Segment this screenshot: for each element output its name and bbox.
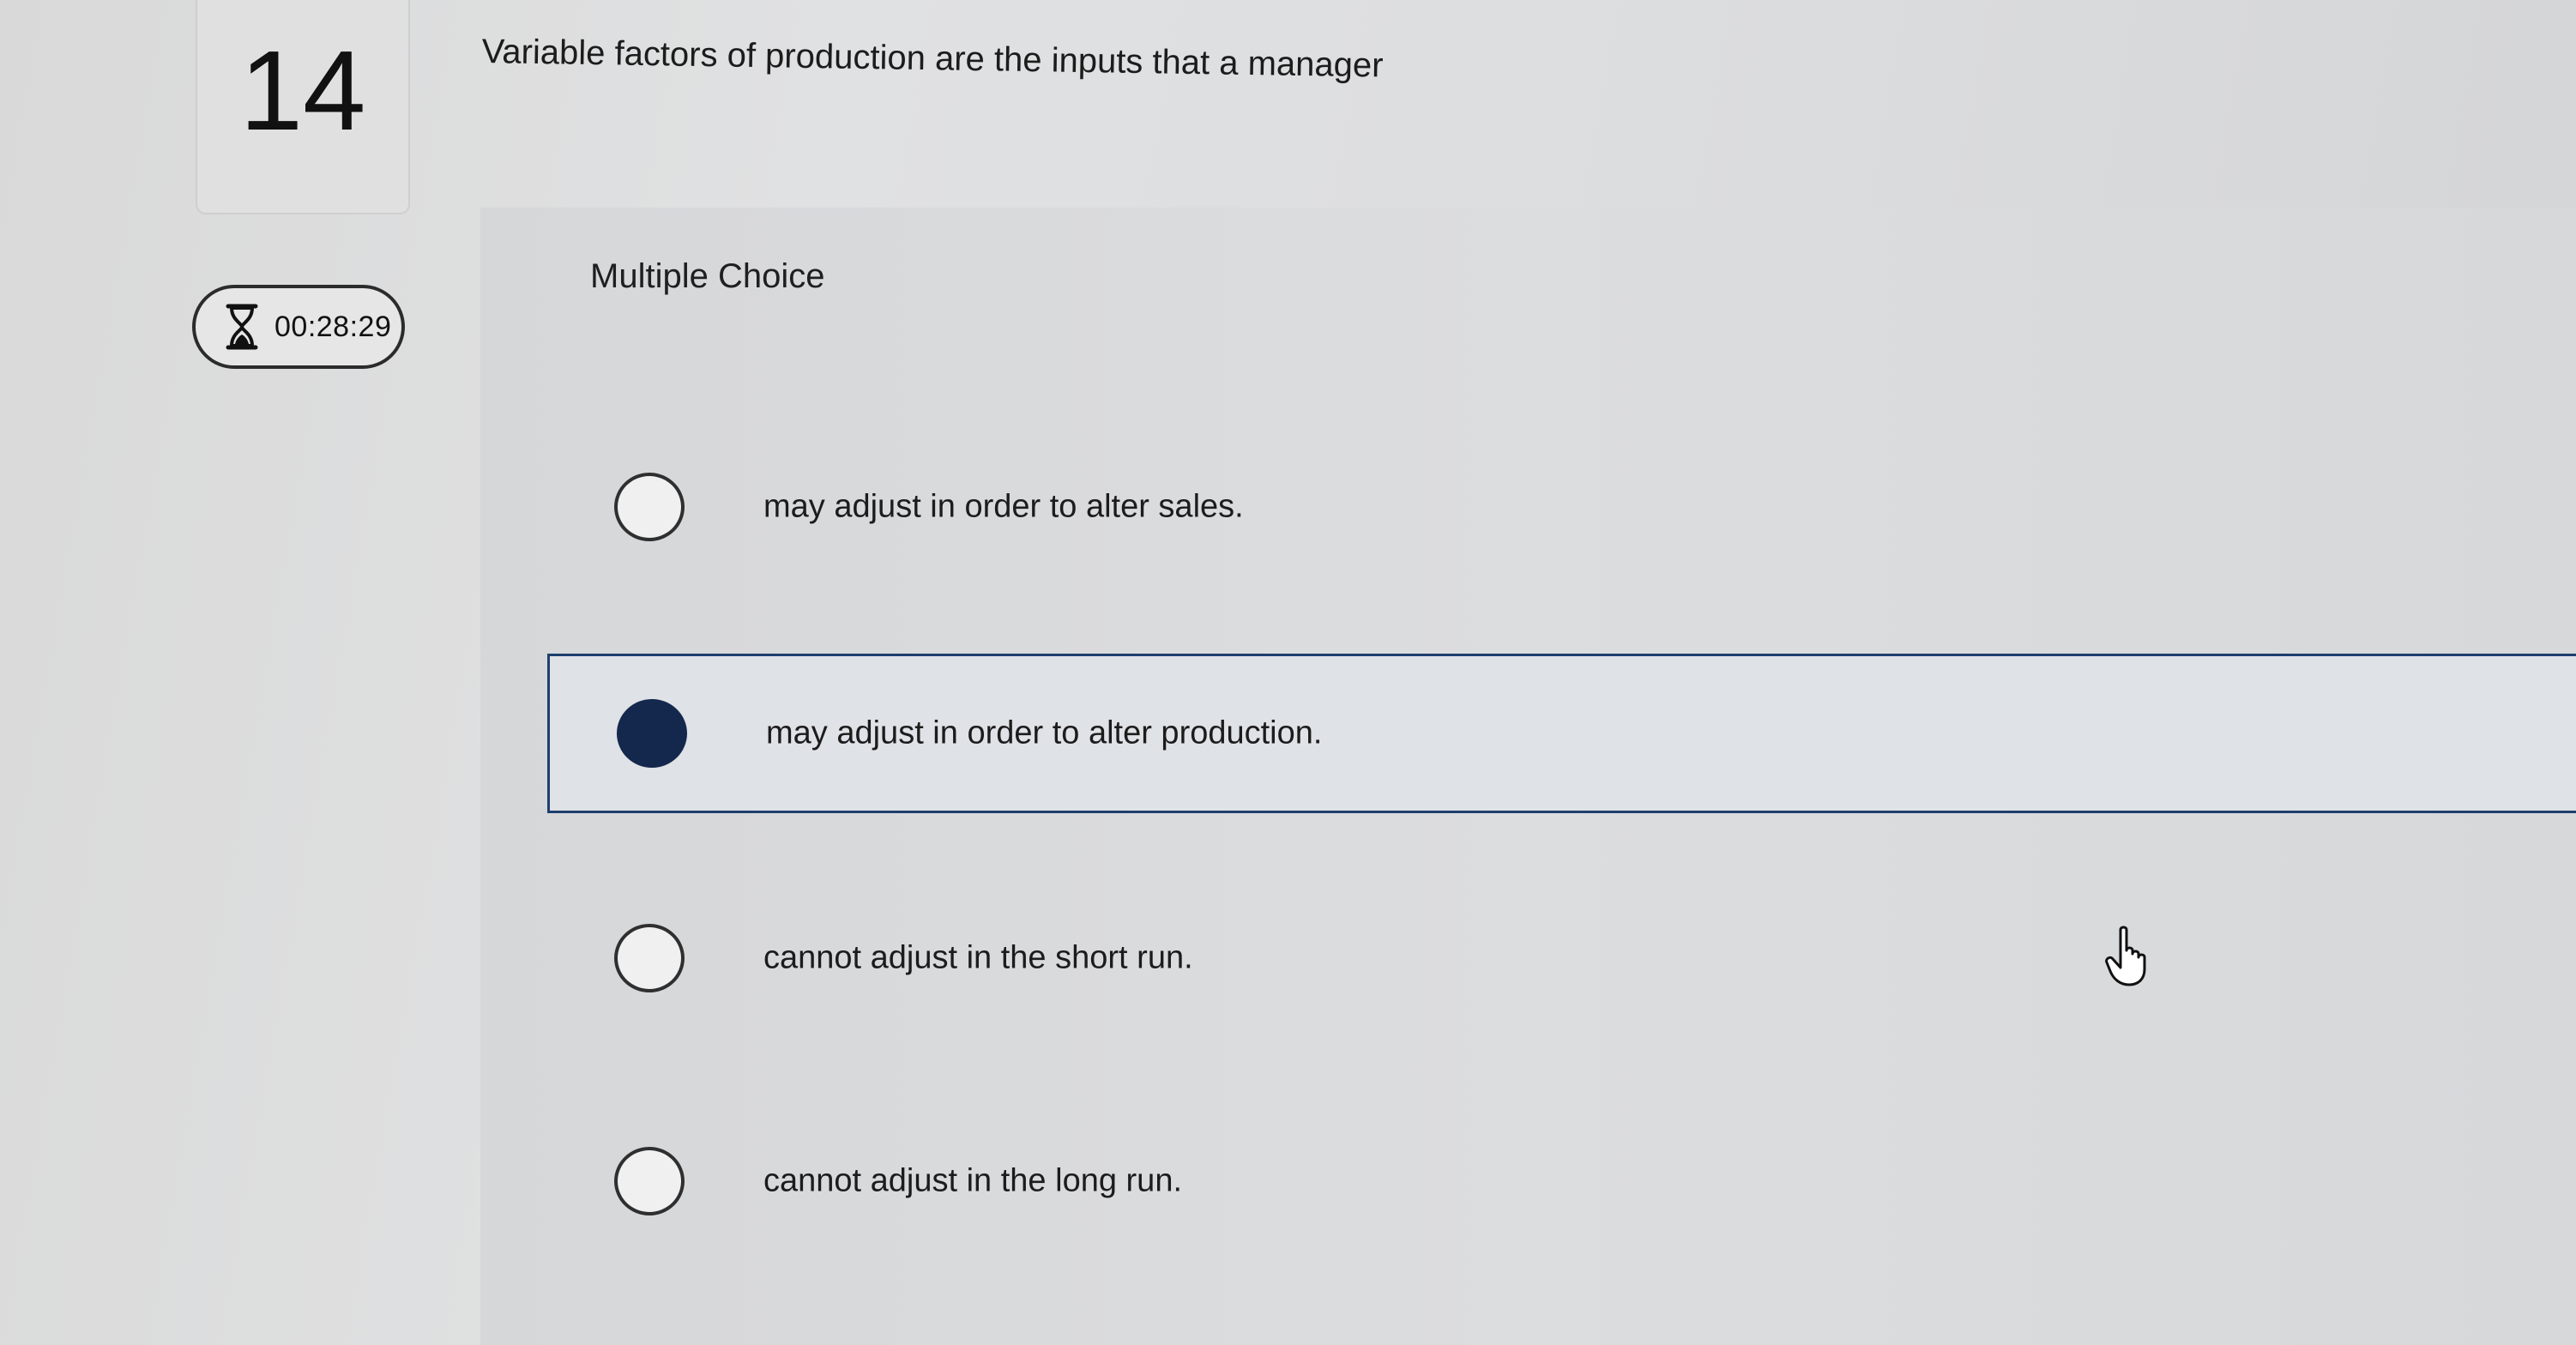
answer-option-2[interactable]: may adjust in order to alter production.	[547, 654, 2576, 813]
answer-option-label: cannot adjust in the long run.	[763, 1162, 1183, 1199]
question-number-card: 14	[196, 0, 410, 214]
question-type-label: Multiple Choice	[590, 257, 825, 295]
radio-button[interactable]	[614, 924, 685, 992]
timer-text: 00:28:29	[274, 310, 392, 343]
hourglass-icon	[226, 304, 258, 350]
answer-option-1[interactable]: may adjust in order to alter sales.	[547, 427, 2576, 587]
question-number: 14	[239, 27, 366, 154]
answer-option-label: cannot adjust in the short run.	[763, 939, 1193, 976]
radio-button[interactable]	[614, 1147, 685, 1215]
timer-badge[interactable]: 00:28:29	[192, 285, 405, 369]
radio-button[interactable]	[614, 473, 685, 541]
radio-button[interactable]	[617, 699, 687, 768]
answer-option-label: may adjust in order to alter production.	[766, 715, 1323, 751]
answer-option-3[interactable]: cannot adjust in the short run.	[547, 878, 2576, 1038]
quiz-page: 14 00:28:29 Variable factors of producti…	[0, 0, 2576, 1345]
answer-option-label: may adjust in order to alter sales.	[763, 488, 1244, 525]
answer-option-4[interactable]: cannot adjust in the long run.	[547, 1101, 2576, 1261]
question-text: Variable factors of production are the i…	[481, 33, 1384, 85]
hand-pointer-icon	[2105, 926, 2146, 986]
